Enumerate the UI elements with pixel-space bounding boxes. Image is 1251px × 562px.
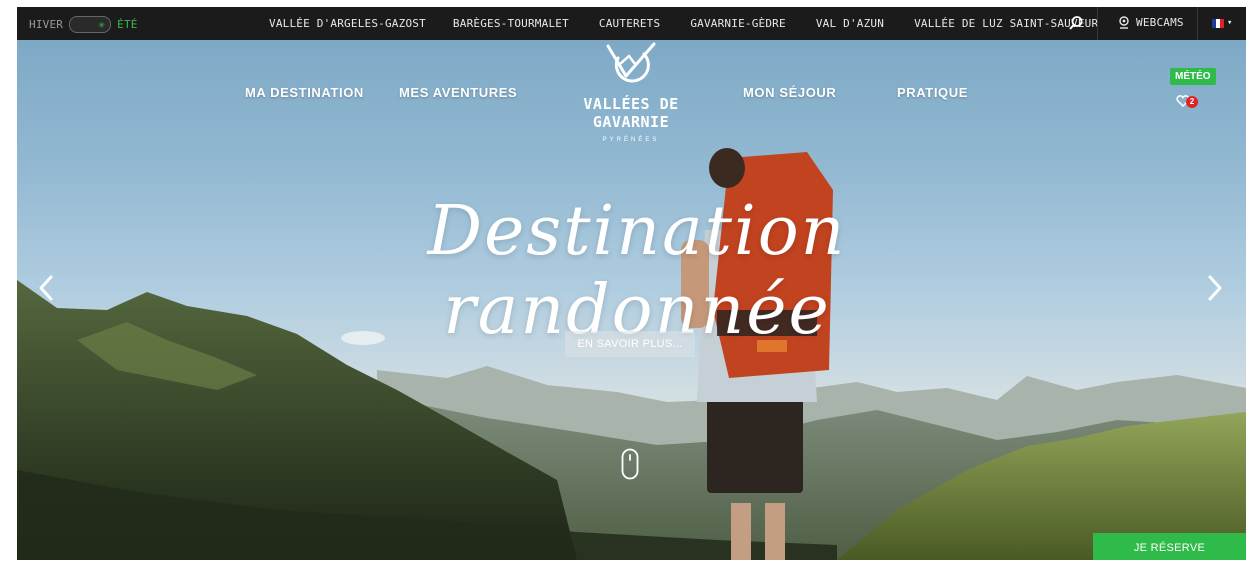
site-logo[interactable]: VALLÉES DE GAVARNIE PYRÉNÉES [555, 42, 707, 143]
nav-item-pratique[interactable]: PRATIQUE [897, 85, 968, 100]
reserve-button[interactable]: JE RÉSERVE [1093, 533, 1246, 560]
nav-item-mon-sejour[interactable]: MON SÉJOUR [743, 85, 836, 100]
mouse-scroll-icon[interactable] [621, 448, 639, 480]
valley-link-gavarnie-gedre[interactable]: GAVARNIE-GÈDRE [690, 17, 786, 30]
learn-more-button[interactable]: EN SAVOIR PLUS... [565, 331, 695, 357]
webcam-icon [1119, 16, 1129, 29]
season-ete-label[interactable]: ÉTÉ [117, 18, 137, 31]
season-switch[interactable]: HIVER ✳ ÉTÉ [29, 16, 138, 33]
chevron-down-icon: ▾ [1227, 18, 1233, 28]
hero-headline: Destination randonnée [427, 192, 847, 350]
topbar-divider [1097, 7, 1098, 40]
search-icon[interactable] [1068, 15, 1084, 31]
valley-link-bareges-tourmalet[interactable]: BARÈGES-TOURMALET [453, 17, 569, 30]
gavarnie-logo-icon [606, 42, 656, 83]
webcams-label: WEBCAMS [1136, 16, 1184, 29]
valley-link-argeles-gazost[interactable]: VALLÉE D'ARGELES-GAZOST [269, 17, 426, 30]
french-flag-icon [1212, 18, 1224, 28]
season-hiver-label[interactable]: HIVER [29, 18, 63, 31]
language-selector[interactable]: ▾ [1212, 18, 1233, 28]
season-toggle[interactable]: ✳ [69, 16, 112, 33]
sun-icon: ✳ [98, 18, 106, 31]
nav-item-mes-aventures[interactable]: MES AVENTURES [399, 85, 517, 100]
meteo-button[interactable]: MÉTÉO [1170, 68, 1216, 85]
chevron-right-icon[interactable] [1204, 273, 1226, 303]
valley-link-cauterets[interactable]: CAUTERETS [599, 17, 660, 30]
valley-link-val-d-azun[interactable]: VAL D'AZUN [816, 17, 884, 30]
hero-banner: MA DESTINATION MES AVENTURES MON SÉJOUR … [17, 40, 1246, 560]
topbar-divider [1197, 7, 1198, 40]
logo-subtitle: PYRÉNÉES [602, 137, 660, 143]
webcams-link[interactable]: WEBCAMS [1118, 16, 1184, 29]
favorites-count-badge: 2 [1186, 96, 1198, 108]
top-bar: HIVER ✳ ÉTÉ VALLÉE D'ARGELES-GAZOST BARÈ… [17, 7, 1246, 40]
logo-name: VALLÉES DE GAVARNIE [583, 95, 679, 131]
chevron-left-icon[interactable] [35, 273, 57, 303]
nav-item-ma-destination[interactable]: MA DESTINATION [245, 85, 364, 100]
favorites-button[interactable]: 2 [1176, 94, 1200, 110]
valley-links: VALLÉE D'ARGELES-GAZOST BARÈGES-TOURMALE… [269, 17, 1098, 30]
page-frame: HIVER ✳ ÉTÉ VALLÉE D'ARGELES-GAZOST BARÈ… [17, 7, 1246, 560]
